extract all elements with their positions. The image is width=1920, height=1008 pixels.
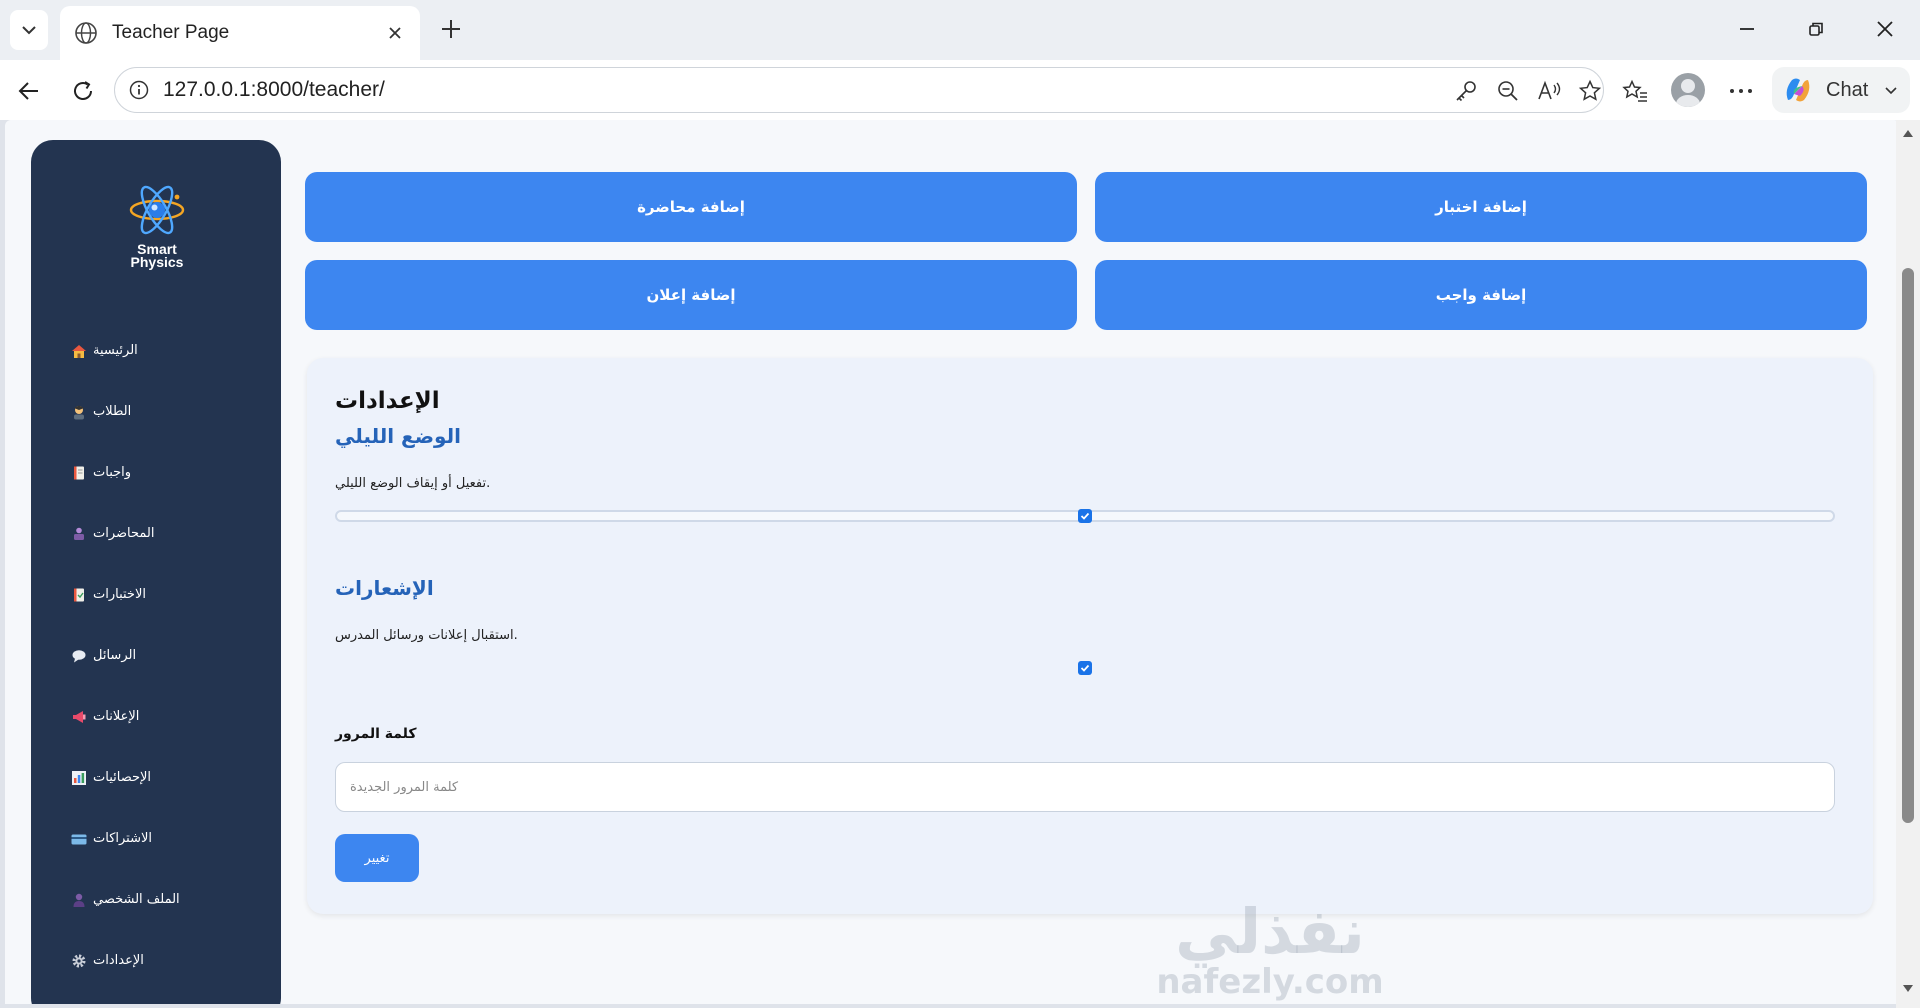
scroll-thumb[interactable] bbox=[1902, 268, 1914, 823]
url-text[interactable]: 127.0.0.1:8000/teacher/ bbox=[163, 78, 385, 102]
student-icon bbox=[74, 405, 84, 419]
checkmark-icon bbox=[1080, 512, 1090, 520]
sidebar-item-statistics[interactable]: الإحصائيات bbox=[71, 747, 271, 808]
chevron-down-icon bbox=[22, 26, 36, 35]
dark-mode-checkbox[interactable] bbox=[1078, 509, 1092, 523]
more-options-button[interactable] bbox=[1726, 76, 1756, 106]
logo-text: Smart Physics bbox=[130, 241, 184, 270]
atom-logo-icon bbox=[129, 185, 185, 235]
close-tab-icon[interactable] bbox=[384, 22, 406, 44]
key-icon[interactable] bbox=[1451, 76, 1481, 106]
scroll-up-arrow-icon[interactable] bbox=[1901, 126, 1915, 140]
add-announcement-button[interactable]: إضافة إعلان bbox=[305, 260, 1077, 330]
restore-icon bbox=[1809, 22, 1823, 36]
dark-mode-description: تفعيل أو إيقاف الوضع الليلي. bbox=[335, 476, 491, 491]
read-aloud-icon[interactable] bbox=[1535, 76, 1565, 106]
sidebar-item-messages[interactable]: الرسائل bbox=[71, 625, 271, 686]
back-button[interactable] bbox=[14, 76, 44, 106]
megaphone-icon bbox=[73, 710, 86, 723]
notifications-heading: الإشعارات bbox=[335, 576, 434, 600]
favorite-star-icon[interactable] bbox=[1575, 76, 1605, 106]
sidebar-item-students[interactable]: الطلاب bbox=[71, 381, 271, 442]
settings-title: الإعدادات bbox=[335, 388, 440, 414]
change-password-button[interactable]: تغيير bbox=[335, 834, 419, 882]
watermark: نفذلي nafezly.com bbox=[1156, 895, 1384, 1002]
sidebar-item-lectures[interactable]: المحاضرات bbox=[71, 503, 271, 564]
add-lecture-button[interactable]: إضافة محاضرة bbox=[305, 172, 1077, 242]
chat-label: Chat bbox=[1826, 78, 1869, 101]
minimize-icon bbox=[1740, 28, 1754, 30]
classroom-icon bbox=[74, 527, 84, 540]
password-label: كلمة المرور bbox=[335, 726, 417, 742]
add-homework-button[interactable]: إضافة واجب bbox=[1095, 260, 1867, 330]
chevron-down-icon bbox=[1885, 87, 1897, 95]
browser-tab[interactable]: Teacher Page bbox=[60, 6, 420, 60]
add-exam-button[interactable]: إضافة اختبار bbox=[1095, 172, 1867, 242]
sidebar-item-homework[interactable]: واجبات bbox=[71, 442, 271, 503]
tab-list-button[interactable] bbox=[10, 10, 48, 50]
notifications-description: استقبال إعلانات ورسائل المدرس. bbox=[335, 628, 518, 643]
zoom-out-icon[interactable] bbox=[1493, 76, 1523, 106]
sidebar-item-settings[interactable]: الإعدادات bbox=[71, 930, 271, 991]
bar-chart-icon bbox=[72, 770, 86, 785]
page-viewport: Smart Physics الرئيسية الطلاب واجبات الم… bbox=[5, 120, 1900, 1004]
notebook-icon bbox=[74, 466, 84, 479]
credit-card-icon bbox=[71, 834, 87, 844]
copilot-chat-button[interactable]: Chat bbox=[1772, 67, 1910, 113]
sidebar: Smart Physics الرئيسية الطلاب واجبات الم… bbox=[31, 140, 281, 1004]
exam-icon bbox=[74, 588, 84, 601]
scroll-down-arrow-icon[interactable] bbox=[1901, 982, 1915, 996]
globe-icon bbox=[75, 22, 97, 44]
close-window-button[interactable] bbox=[1870, 14, 1900, 44]
address-bar[interactable]: 127.0.0.1:8000/teacher/ bbox=[114, 67, 1604, 113]
sidebar-item-profile[interactable]: الملف الشخصي bbox=[71, 869, 271, 930]
new-tab-button[interactable] bbox=[436, 14, 466, 44]
person-icon bbox=[73, 893, 85, 907]
minimize-button[interactable] bbox=[1732, 14, 1762, 44]
gear-icon bbox=[72, 954, 86, 967]
checkmark-icon bbox=[1080, 664, 1090, 672]
new-password-input[interactable] bbox=[335, 762, 1835, 812]
restore-button[interactable] bbox=[1801, 14, 1831, 44]
profile-avatar[interactable] bbox=[1671, 73, 1705, 107]
ellipsis-icon bbox=[1730, 89, 1752, 93]
house-icon bbox=[72, 344, 86, 358]
copilot-icon bbox=[1786, 78, 1810, 102]
page-scrollbar[interactable] bbox=[1896, 120, 1920, 1008]
tab-title: Teacher Page bbox=[112, 22, 230, 43]
arrow-left-icon bbox=[18, 82, 38, 100]
sidebar-item-exams[interactable]: الاختبارات bbox=[71, 564, 271, 625]
reload-button[interactable] bbox=[68, 76, 98, 106]
sidebar-nav: الرئيسية الطلاب واجبات المحاضرات الاختبا… bbox=[71, 320, 271, 991]
notifications-checkbox[interactable] bbox=[1078, 661, 1092, 675]
favorites-button[interactable] bbox=[1620, 76, 1650, 106]
favorites-list-icon bbox=[1622, 79, 1647, 102]
settings-card: الإعدادات الوضع الليلي تفعيل أو إيقاف ال… bbox=[307, 358, 1873, 914]
dark-mode-heading: الوضع الليلي bbox=[335, 424, 461, 448]
browser-tab-bar: Teacher Page bbox=[0, 0, 1920, 60]
refresh-icon bbox=[74, 81, 92, 100]
main-content: إضافة محاضرة إضافة اختبار إضافة إعلان إض… bbox=[305, 120, 1875, 1004]
info-icon[interactable] bbox=[129, 80, 149, 100]
chat-bubble-icon bbox=[72, 649, 86, 662]
sidebar-item-subscriptions[interactable]: الاشتراكات bbox=[71, 808, 271, 869]
close-icon bbox=[1877, 21, 1893, 37]
browser-toolbar: 127.0.0.1:8000/teacher/ Chat bbox=[0, 60, 1920, 120]
sidebar-item-announcements[interactable]: الإعلانات bbox=[71, 686, 271, 747]
plus-icon bbox=[442, 20, 460, 38]
sidebar-item-home[interactable]: الرئيسية bbox=[71, 320, 271, 381]
